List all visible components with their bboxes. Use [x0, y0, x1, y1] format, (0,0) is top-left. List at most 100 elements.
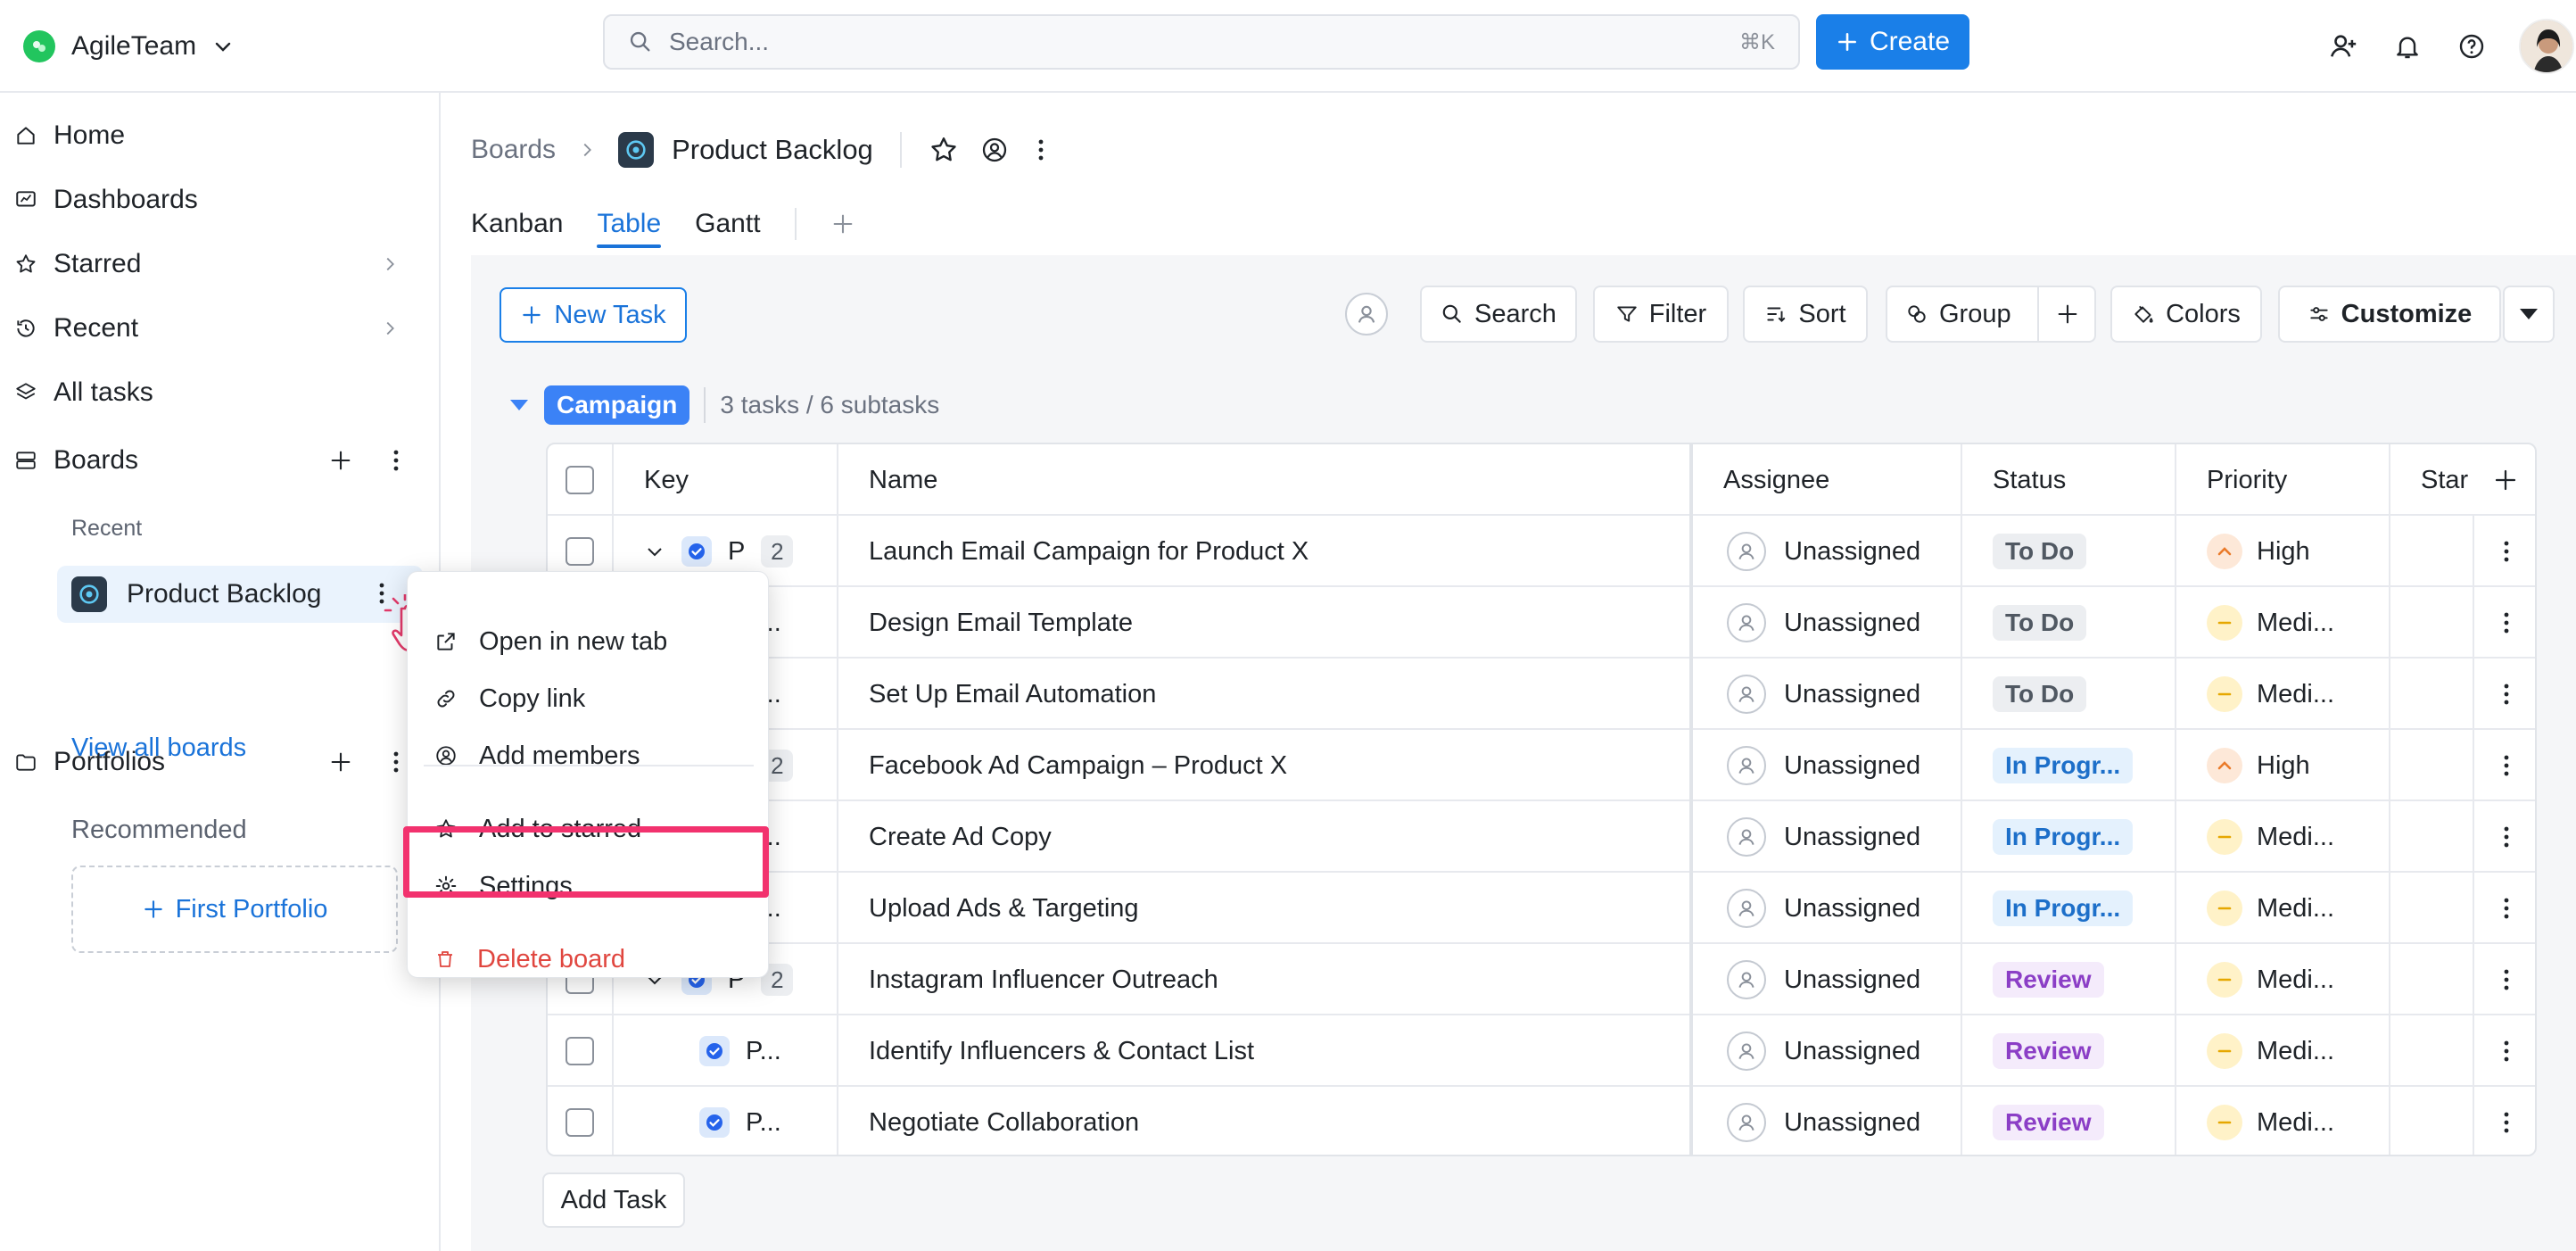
status-badge[interactable]: Review — [1993, 1105, 2104, 1140]
sort-button[interactable]: Sort — [1743, 286, 1868, 343]
filter-button[interactable]: Filter — [1593, 286, 1729, 343]
assignee-cell[interactable]: Unassigned — [1693, 730, 1962, 801]
name-cell[interactable]: Design Email Template — [838, 587, 1693, 659]
row-checkbox[interactable] — [566, 1108, 594, 1137]
add-task-button[interactable]: Add Task — [542, 1172, 685, 1228]
assignee-cell[interactable]: Unassigned — [1693, 944, 1962, 1015]
priority-cell[interactable]: Medi... — [2176, 1087, 2390, 1155]
assignee-cell[interactable]: Unassigned — [1693, 873, 1962, 944]
task-name[interactable]: Launch Email Campaign for Product X — [869, 537, 1309, 567]
assignee-cell[interactable]: Unassigned — [1693, 1015, 1962, 1087]
status-badge[interactable]: In Progr... — [1993, 891, 2134, 926]
task-name[interactable]: Facebook Ad Campaign – Product X — [869, 751, 1287, 781]
table-row[interactable]: P 2 Facebook Ad Campaign – Product X Una… — [548, 730, 2535, 801]
toolbar-more-dropdown[interactable] — [2503, 286, 2555, 343]
tab-table[interactable]: Table — [597, 200, 661, 248]
row-checkbox[interactable] — [566, 537, 594, 566]
table-row[interactable]: P 2 Launch Email Campaign for Product X … — [548, 516, 2535, 587]
row-more-vertical-icon[interactable] — [2503, 825, 2510, 849]
group-name-badge[interactable]: Campaign — [544, 385, 690, 425]
status-cell[interactable]: Review — [1962, 944, 2176, 1015]
name-cell[interactable]: Create Ad Copy — [838, 801, 1693, 873]
colors-button[interactable]: Colors — [2110, 286, 2262, 343]
tab-gantt[interactable]: Gantt — [695, 200, 760, 248]
tab-kanban[interactable]: Kanban — [471, 200, 563, 248]
status-cell[interactable]: In Progr... — [1962, 730, 2176, 801]
status-badge[interactable]: To Do — [1993, 676, 2087, 712]
status-badge[interactable]: To Do — [1993, 534, 2087, 569]
add-view-icon[interactable] — [830, 211, 855, 236]
row-more-vertical-icon[interactable] — [2503, 611, 2510, 634]
bell-icon[interactable] — [2390, 29, 2424, 63]
menu-item-delete-board[interactable]: Delete board — [434, 934, 625, 984]
priority-cell[interactable]: Medi... — [2176, 587, 2390, 659]
sidebar-item-starred[interactable]: Starred — [14, 239, 425, 289]
priority-cell[interactable]: Medi... — [2176, 1015, 2390, 1087]
sidebar-item-boards[interactable]: Boards — [14, 435, 425, 485]
task-name[interactable]: Instagram Influencer Outreach — [869, 965, 1218, 995]
expand-subtasks-icon[interactable] — [644, 541, 665, 562]
task-name[interactable]: Set Up Email Automation — [869, 680, 1156, 709]
sidebar-item-home[interactable]: Home — [14, 111, 425, 161]
start-cell[interactable] — [2390, 516, 2473, 587]
workspace-switcher[interactable]: AgileTeam — [23, 21, 234, 71]
start-cell[interactable] — [2390, 1015, 2473, 1087]
task-name[interactable]: Upload Ads & Targeting — [869, 894, 1139, 924]
collapse-group-icon[interactable] — [508, 398, 530, 412]
start-cell[interactable] — [2390, 659, 2473, 730]
status-cell[interactable]: To Do — [1962, 587, 2176, 659]
sidebar-item-recent[interactable]: Recent — [14, 303, 425, 353]
help-icon[interactable] — [2455, 29, 2489, 63]
name-cell[interactable]: Facebook Ad Campaign – Product X — [838, 730, 1693, 801]
sidebar-board-product-backlog[interactable]: Product Backlog — [57, 566, 423, 623]
column-header-key[interactable]: Key — [614, 444, 838, 516]
status-badge[interactable]: In Progr... — [1993, 819, 2134, 855]
row-more-vertical-icon[interactable] — [2503, 1040, 2510, 1063]
start-cell[interactable] — [2390, 730, 2473, 801]
row-more-vertical-icon[interactable] — [2503, 897, 2510, 920]
more-vertical-icon[interactable] — [1037, 138, 1044, 162]
status-cell[interactable]: To Do — [1962, 659, 2176, 730]
task-key[interactable]: P... — [746, 1037, 781, 1066]
start-cell[interactable] — [2390, 944, 2473, 1015]
assignee-cell[interactable]: Unassigned — [1693, 1087, 1962, 1155]
task-key[interactable]: P — [728, 537, 745, 567]
more-vertical-icon[interactable] — [392, 449, 400, 472]
task-name[interactable]: Create Ad Copy — [869, 823, 1052, 852]
more-vertical-icon[interactable] — [392, 750, 400, 774]
status-badge[interactable]: To Do — [1993, 605, 2087, 641]
star-board-icon[interactable] — [929, 135, 959, 165]
column-header-status[interactable]: Status — [1962, 444, 2176, 516]
create-button[interactable]: Create — [1816, 14, 1969, 70]
status-cell[interactable]: In Progr... — [1962, 801, 2176, 873]
menu-item-open-new-tab[interactable]: Open in new tab — [434, 617, 667, 667]
row-more-vertical-icon[interactable] — [2503, 968, 2510, 991]
status-cell[interactable]: To Do — [1962, 516, 2176, 587]
breadcrumb-boards-link[interactable]: Boards — [471, 135, 556, 165]
start-cell[interactable] — [2390, 587, 2473, 659]
table-row[interactable]: P... Identify Influencers & Contact List… — [548, 1015, 2535, 1087]
name-cell[interactable]: Launch Email Campaign for Product X — [838, 516, 1693, 587]
task-name[interactable]: Design Email Template — [869, 609, 1133, 638]
column-header-start[interactable]: Star — [2390, 444, 2473, 516]
task-name[interactable]: Negotiate Collaboration — [869, 1108, 1139, 1138]
status-cell[interactable]: Review — [1962, 1087, 2176, 1155]
assignee-cell[interactable]: Unassigned — [1693, 587, 1962, 659]
add-column-icon[interactable] — [2492, 467, 2519, 493]
table-row[interactable]: P... Design Email Template Unassigned To… — [548, 587, 2535, 659]
menu-item-copy-link[interactable]: Copy link — [434, 674, 585, 724]
name-cell[interactable]: Set Up Email Automation — [838, 659, 1693, 730]
priority-cell[interactable]: Medi... — [2176, 801, 2390, 873]
status-badge[interactable]: Review — [1993, 1033, 2104, 1069]
watch-board-icon[interactable] — [980, 136, 1009, 164]
menu-item-add-members[interactable]: Add members — [434, 731, 640, 781]
start-cell[interactable] — [2390, 1087, 2473, 1155]
status-badge[interactable]: In Progr... — [1993, 748, 2134, 783]
row-more-vertical-icon[interactable] — [2503, 1111, 2510, 1134]
new-task-button[interactable]: New Task — [500, 287, 687, 343]
global-search-input[interactable]: Search... ⌘K — [603, 14, 1800, 70]
row-more-vertical-icon[interactable] — [2503, 540, 2510, 563]
customize-button[interactable]: Customize — [2278, 286, 2501, 343]
add-group-icon[interactable] — [2055, 302, 2080, 327]
priority-cell[interactable]: Medi... — [2176, 873, 2390, 944]
